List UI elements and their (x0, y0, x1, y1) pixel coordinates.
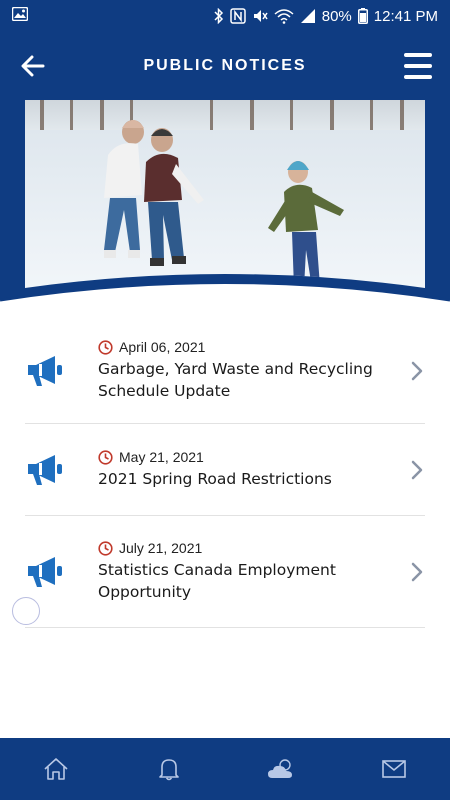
status-right: 80% 12:41 PM (214, 8, 438, 25)
notice-date-text: May 21, 2021 (119, 449, 204, 465)
battery-icon (357, 8, 368, 24)
notice-date: April 06, 2021 (98, 339, 395, 355)
clock-icon (98, 339, 113, 355)
nav-weather-button[interactable] (251, 744, 311, 794)
image-notification-icon (11, 6, 29, 26)
nav-home-button[interactable] (26, 744, 86, 794)
notice-item[interactable]: May 21, 2021 2021 Spring Road Restrictio… (25, 424, 425, 516)
nav-mail-button[interactable] (364, 744, 424, 794)
clock-time: 12:41 PM (373, 7, 438, 25)
touch-indicator (12, 597, 40, 625)
notice-item[interactable]: April 06, 2021 Garbage, Yard Waste and R… (25, 318, 425, 424)
weather-icon (268, 759, 293, 778)
notice-text: July 21, 2021 Statistics Canada Employme… (98, 540, 425, 603)
hamburger-bar (404, 75, 432, 79)
chevron-right-icon[interactable] (409, 360, 425, 382)
notice-date: May 21, 2021 (98, 449, 395, 465)
wifi-icon (274, 8, 294, 24)
hamburger-bar (404, 64, 432, 68)
notice-item[interactable]: July 21, 2021 Statistics Canada Employme… (25, 516, 425, 628)
menu-button[interactable] (404, 53, 432, 79)
clock-icon (98, 540, 113, 556)
nfc-icon (230, 8, 246, 24)
notice-title: Statistics Canada Employment Opportunity (98, 561, 336, 601)
megaphone-icon (25, 351, 65, 391)
battery-percent: 80% (321, 7, 352, 25)
notice-title: Garbage, Yard Waste and Recycling Schedu… (98, 360, 373, 400)
notice-text: April 06, 2021 Garbage, Yard Waste and R… (98, 339, 425, 402)
page-title: PUBLIC NOTICES (143, 57, 307, 74)
status-bar: 80% 12:41 PM (0, 0, 450, 32)
app-header: PUBLIC NOTICES (0, 32, 450, 100)
bell-icon (158, 759, 179, 781)
notice-text: May 21, 2021 2021 Spring Road Restrictio… (98, 449, 425, 490)
megaphone-icon (25, 450, 65, 490)
hamburger-bar (404, 53, 432, 57)
back-button[interactable] (18, 52, 48, 80)
bottom-nav (0, 738, 450, 800)
signal-icon (300, 8, 316, 24)
notice-date-text: July 21, 2021 (119, 540, 203, 556)
bluetooth-icon (214, 8, 224, 24)
megaphone-icon (25, 552, 65, 592)
notice-date-text: April 06, 2021 (119, 339, 206, 355)
clock-icon (98, 449, 113, 465)
notice-list: April 06, 2021 Garbage, Yard Waste and R… (0, 318, 450, 628)
nav-notifications-button[interactable] (139, 744, 199, 794)
chevron-right-icon[interactable] (409, 561, 425, 583)
mail-icon (381, 760, 406, 778)
home-icon (44, 758, 68, 780)
chevron-right-icon[interactable] (409, 459, 425, 481)
hero-image (0, 100, 450, 315)
status-left (11, 6, 29, 26)
notice-title: 2021 Spring Road Restrictions (98, 470, 332, 488)
mute-icon (252, 8, 268, 24)
arrow-left-icon (21, 55, 45, 77)
notice-date: July 21, 2021 (98, 540, 395, 556)
